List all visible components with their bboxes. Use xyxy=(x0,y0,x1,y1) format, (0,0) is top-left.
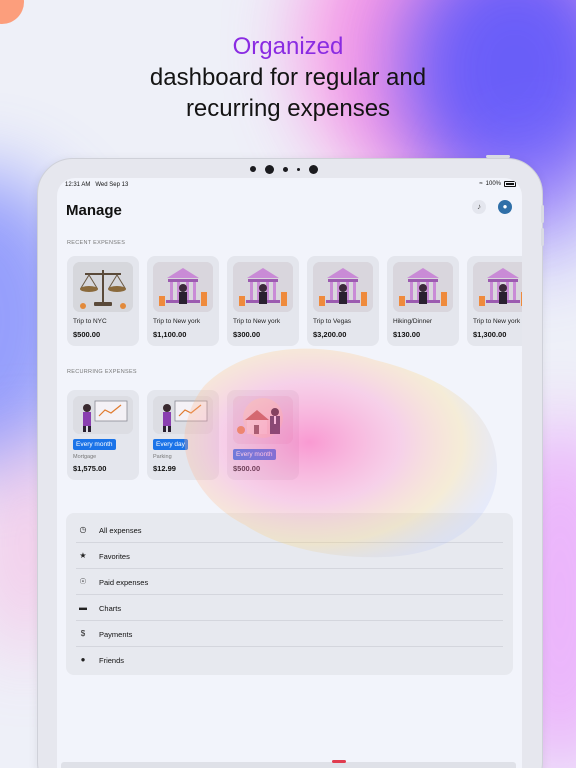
recent-expenses-row: Trip to NYC $500.00 Trip to New york $1,… xyxy=(67,256,522,348)
recent-card[interactable]: Trip to Vegas $3,200.00 xyxy=(307,256,379,346)
recurring-card[interactable]: Every month Mortgage $1,575.00 xyxy=(67,390,139,480)
recurring-expenses-row: Every month Mortgage $1,575.00 Every day… xyxy=(67,390,307,482)
tab-indicator xyxy=(332,760,346,763)
page-title: Manage xyxy=(66,202,122,219)
marketing-headline: Organized dashboard for regular and recu… xyxy=(0,32,576,124)
frequency-badge: Every month xyxy=(233,449,276,460)
scales-icon xyxy=(73,262,133,312)
bar-chart-icon: ▬ xyxy=(79,603,87,612)
app-screen: 12:31 AM Wed Sep 13 ≈ 100% Manage ♪ ● RE… xyxy=(57,178,522,768)
recent-name: Trip to New york xyxy=(233,318,281,325)
recent-card[interactable]: Trip to New york $300.00 xyxy=(227,256,299,346)
recurring-section-label: RECURRING EXPENSES xyxy=(67,369,137,375)
bank-icon xyxy=(473,262,522,312)
menu-item-label: All expenses xyxy=(99,526,142,535)
recent-name: Trip to New york xyxy=(473,318,521,325)
recurring-category: Parking xyxy=(153,454,172,460)
menu-item-all-expenses[interactable]: ◷ All expenses xyxy=(66,517,513,543)
menu-item-label: Paid expenses xyxy=(99,578,149,587)
menu-item-label: Friends xyxy=(99,656,125,665)
presentation-icon xyxy=(73,396,133,434)
volume-button xyxy=(541,205,544,223)
house-agent-icon xyxy=(233,396,293,444)
globe-avatar-icon[interactable]: ● xyxy=(498,200,512,214)
battery-icon xyxy=(504,181,516,187)
headline-accent: Organized xyxy=(232,33,344,60)
recurring-card[interactable]: Every day Parking $12.99 xyxy=(147,390,219,480)
bank-icon xyxy=(233,262,293,312)
headline-line-2: recurring expenses xyxy=(185,95,391,122)
status-time: 12:31 AM xyxy=(65,182,91,188)
menu-item-friends[interactable]: ● Friends xyxy=(66,647,513,673)
recent-card[interactable]: Trip to NYC $500.00 xyxy=(67,256,139,346)
recurring-category: Mortgage xyxy=(73,454,97,460)
menu-item-label: Charts xyxy=(99,604,122,613)
recurring-amount: $500.00 xyxy=(233,464,261,473)
recent-card[interactable]: Trip to New york $1,300.00 xyxy=(467,256,522,346)
power-button xyxy=(486,155,510,158)
frequency-badge: Every month xyxy=(73,439,116,450)
menu-item-paid-expenses[interactable]: ☉ Paid expenses xyxy=(66,569,513,595)
recurring-card[interactable]: Every month $500.00 xyxy=(227,390,299,480)
menu-item-favorites[interactable]: ★ Favorites xyxy=(66,543,513,569)
navigation-menu: ◷ All expenses ★ Favorites ☉ Paid expens… xyxy=(66,513,513,675)
recent-amount: $1,300.00 xyxy=(473,330,507,339)
menu-item-label: Favorites xyxy=(99,552,130,561)
camera-array xyxy=(250,163,318,175)
recent-section-label: RECENT EXPENSES xyxy=(67,240,126,246)
menu-item-payments[interactable]: $ Payments xyxy=(66,621,513,647)
headline-line-1: dashboard for regular and xyxy=(149,64,427,91)
recent-name: Trip to New york xyxy=(153,318,201,325)
status-date: Wed Sep 13 xyxy=(95,182,129,188)
recent-card[interactable]: Trip to New york $1,100.00 xyxy=(147,256,219,346)
bank-icon xyxy=(393,262,453,312)
recent-amount: $130.00 xyxy=(393,330,421,339)
recent-name: Trip to Vegas xyxy=(313,318,352,325)
dollar-circle-icon: ☉ xyxy=(79,577,87,586)
volume-button xyxy=(541,228,544,246)
bank-icon xyxy=(153,262,213,312)
bank-icon xyxy=(313,262,373,312)
decor-dot xyxy=(0,0,24,24)
presentation-icon xyxy=(153,396,213,434)
star-icon: ★ xyxy=(79,551,87,560)
bell-icon[interactable]: ♪ xyxy=(472,200,486,214)
recurring-amount: $1,575.00 xyxy=(73,464,107,473)
dollar-icon: $ xyxy=(80,629,86,638)
clock-icon: ◷ xyxy=(79,525,87,534)
frequency-badge: Every day xyxy=(153,439,188,450)
status-bar: 12:31 AM Wed Sep 13 ≈ 100% xyxy=(57,178,522,192)
wifi-icon: ≈ xyxy=(479,181,483,187)
menu-item-label: Payments xyxy=(99,630,133,639)
recent-name: Hiking/Dinner xyxy=(393,318,433,325)
recurring-amount: $12.99 xyxy=(153,464,176,473)
dock-bar xyxy=(61,762,516,768)
person-icon: ● xyxy=(80,655,86,664)
recent-card[interactable]: Hiking/Dinner $130.00 xyxy=(387,256,459,346)
recent-name: Trip to NYC xyxy=(73,318,107,325)
battery-percent: 100% xyxy=(485,181,501,187)
recent-amount: $300.00 xyxy=(233,330,261,339)
recent-amount: $1,100.00 xyxy=(153,330,187,339)
menu-item-charts[interactable]: ▬ Charts xyxy=(66,595,513,621)
recent-amount: $3,200.00 xyxy=(313,330,347,339)
recent-amount: $500.00 xyxy=(73,330,101,339)
